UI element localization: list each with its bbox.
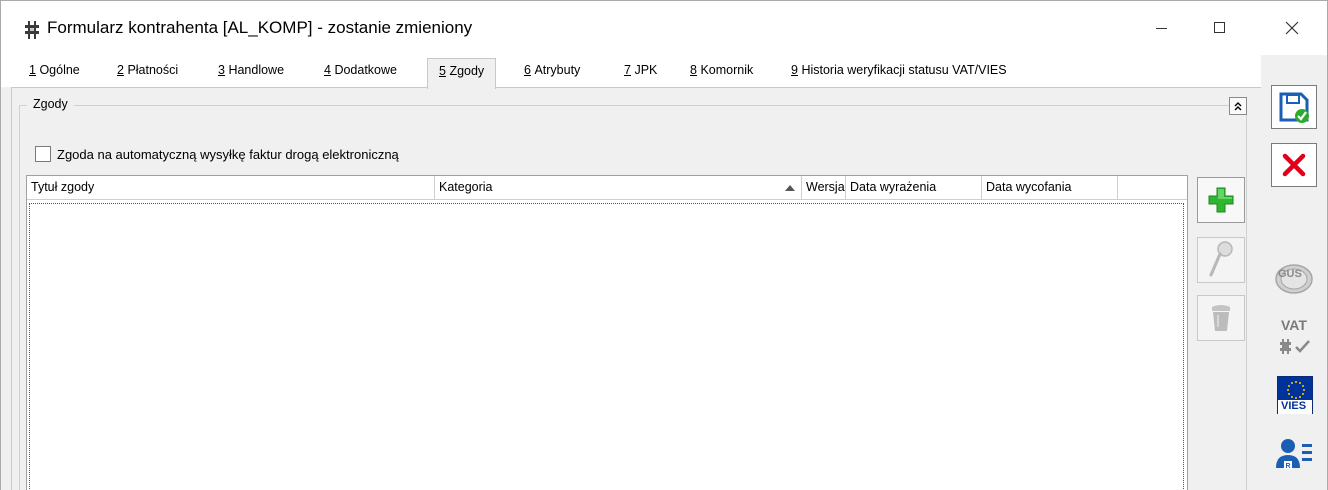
column-header-empty[interactable] xyxy=(1118,176,1187,200)
tab-zgody[interactable]: 5 Zgody xyxy=(427,58,497,89)
vies-check-button[interactable]: VIES xyxy=(1271,373,1317,417)
cancel-button[interactable] xyxy=(1271,143,1317,187)
tab-label: Komornik xyxy=(700,63,754,77)
edit-consent-button[interactable] xyxy=(1197,237,1245,283)
tab-hotkey: 8 xyxy=(690,63,697,77)
plus-icon xyxy=(1208,187,1234,213)
close-icon xyxy=(1285,21,1299,35)
close-button[interactable] xyxy=(1263,1,1321,55)
tab-label: Historia weryfikacji statusu VAT/VIES xyxy=(801,63,1007,77)
contractor-form-window: Formularz kontrahenta [AL_KOMP] - zostan… xyxy=(0,0,1328,490)
contact-card-icon: R xyxy=(1276,439,1312,470)
einvoice-consent-row[interactable]: Zgoda na automatyczną wysyłkę faktur dro… xyxy=(35,145,399,163)
column-label: Kategoria xyxy=(439,180,493,194)
tab-komornik[interactable]: 8 Komornik xyxy=(690,63,753,87)
collapse-group-button[interactable] xyxy=(1229,97,1247,115)
double-chevron-up-icon xyxy=(1234,102,1242,111)
sort-ascending-icon xyxy=(785,185,795,191)
tab-handlowe[interactable]: 3 Handlowe xyxy=(218,63,284,87)
column-label: Data wycofania xyxy=(986,180,1072,194)
grid-header: Tytuł zgody Kategoria Wersja Data wyraże… xyxy=(27,176,1187,200)
tab-label: Płatności xyxy=(127,63,179,77)
tab-label: Ogólne xyxy=(39,63,80,77)
column-header-consent-date[interactable]: Data wyrażenia xyxy=(846,176,982,200)
vat-icon-graphic xyxy=(1280,339,1310,354)
trash-icon xyxy=(1212,305,1230,331)
tab-ogolne[interactable]: 1 Ogólne xyxy=(29,63,80,87)
column-label: Data wyrażenia xyxy=(850,180,937,194)
tab-hotkey: 6 xyxy=(524,63,531,77)
floppy-save-icon xyxy=(1279,92,1309,123)
vat-check-icon: VAT xyxy=(1277,317,1315,357)
tab-hotkey: 4 xyxy=(324,63,331,77)
tab-atrybuty[interactable]: 6 Atrybuty xyxy=(524,63,580,87)
tab-hotkey: 2 xyxy=(117,63,124,77)
column-header-version[interactable]: Wersja xyxy=(802,176,846,200)
delete-consent-button[interactable] xyxy=(1197,295,1245,341)
tab-hotkey: 5 xyxy=(439,64,446,78)
column-label: Wersja xyxy=(806,180,845,194)
column-label: Tytuł zgody xyxy=(31,180,95,194)
tab-jpk[interactable]: 7 JPK xyxy=(624,63,657,87)
app-logo-icon xyxy=(25,21,39,39)
gus-label: GUS xyxy=(1278,268,1302,280)
tab-label: Dodatkowe xyxy=(334,63,397,77)
tab-label: Handlowe xyxy=(228,63,285,77)
gus-lookup-button[interactable]: GUS xyxy=(1271,257,1317,301)
tab-dodatkowe[interactable]: 4 Dodatkowe xyxy=(324,63,397,87)
consents-grid[interactable]: Tytuł zgody Kategoria Wersja Data wyraże… xyxy=(26,175,1188,490)
magnifier-icon xyxy=(1209,241,1233,277)
save-button[interactable] xyxy=(1271,85,1317,129)
add-consent-button[interactable] xyxy=(1197,177,1245,223)
column-header-title[interactable]: Tytuł zgody xyxy=(27,176,435,200)
red-x-icon xyxy=(1282,153,1306,177)
tab-hotkey: 1 xyxy=(29,63,36,77)
maximize-button[interactable] xyxy=(1191,1,1249,55)
vat-label: VAT xyxy=(1281,317,1307,333)
column-header-withdrawal-date[interactable]: Data wycofania xyxy=(982,176,1118,200)
grid-body[interactable] xyxy=(29,203,1184,490)
column-header-category[interactable]: Kategoria xyxy=(435,176,802,200)
tab-hotkey: 3 xyxy=(218,63,225,77)
title-bar: Formularz kontrahenta [AL_KOMP] - zostan… xyxy=(1,1,1327,55)
eu-stars-graphic xyxy=(1287,381,1305,399)
tab-bar: 1 Ogólne 2 Płatności 3 Handlowe 4 Dodatk… xyxy=(1,55,1261,89)
minimize-button[interactable] xyxy=(1133,1,1191,55)
tab-label: Atrybuty xyxy=(534,63,581,77)
einvoice-consent-checkbox[interactable] xyxy=(35,146,51,162)
tab-hotkey: 9 xyxy=(791,63,798,77)
tab-platnosci[interactable]: 2 Płatności xyxy=(117,63,178,87)
eu-vies-icon: VIES xyxy=(1277,376,1313,414)
tab-hotkey: 7 xyxy=(624,63,631,77)
consents-group-title: Zgody xyxy=(27,97,74,111)
window-title: Formularz kontrahenta [AL_KOMP] - zostan… xyxy=(47,18,473,37)
vies-label: VIES xyxy=(1281,400,1307,412)
contact-card-button[interactable]: R xyxy=(1271,431,1317,475)
minimize-icon xyxy=(1156,28,1167,29)
tab-label: Zgody xyxy=(449,64,485,78)
tab-label: JPK xyxy=(634,63,658,77)
tab-historia-vat-vies[interactable]: 9 Historia weryfikacji statusu VAT/VIES xyxy=(791,63,1007,87)
svg-text:R: R xyxy=(1286,463,1291,470)
vat-check-button[interactable]: VAT xyxy=(1271,315,1317,359)
maximize-icon xyxy=(1214,22,1225,33)
einvoice-consent-label: Zgoda na automatyczną wysyłkę faktur dro… xyxy=(57,146,399,162)
